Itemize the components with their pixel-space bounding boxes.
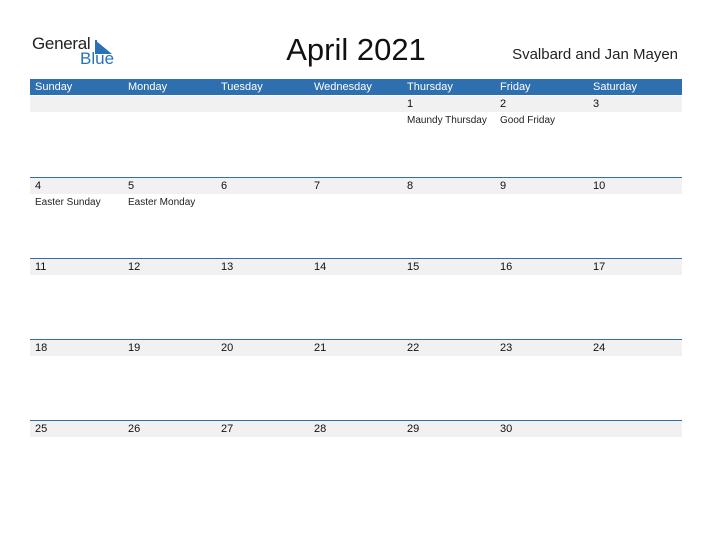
day-cell: 23 [495, 340, 588, 421]
week-row: 11 12 13 14 15 16 17 [30, 258, 682, 340]
day-cell: 22 [402, 340, 495, 421]
day-cell: 1 Maundy Thursday [402, 96, 495, 177]
day-number: 4 [35, 180, 42, 192]
day-cell: 17 [588, 259, 681, 340]
day-number: 26 [128, 423, 141, 435]
day-cell: 5 Easter Monday [123, 178, 216, 259]
day-cell [30, 96, 123, 177]
day-number: 24 [593, 342, 606, 354]
week-row: 1 Maundy Thursday 2 Good Friday 3 [30, 96, 682, 177]
day-cell: 20 [216, 340, 309, 421]
day-cell: 6 [216, 178, 309, 259]
region-label: Svalbard and Jan Mayen [512, 46, 678, 63]
day-number: 30 [500, 423, 513, 435]
day-cell: 4 Easter Sunday [30, 178, 123, 259]
weekday-monday: Monday [128, 81, 168, 93]
day-number: 11 [35, 261, 47, 273]
day-number: 15 [407, 261, 420, 273]
day-cell: 21 [309, 340, 402, 421]
day-cell [588, 421, 681, 502]
day-number: 6 [221, 180, 228, 192]
day-cell [216, 96, 309, 177]
day-cell [309, 96, 402, 177]
day-cell: 26 [123, 421, 216, 502]
day-cell: 14 [309, 259, 402, 340]
day-cell: 16 [495, 259, 588, 340]
day-number: 21 [314, 342, 327, 354]
day-cell: 24 [588, 340, 681, 421]
day-cell: 7 [309, 178, 402, 259]
day-number: 17 [593, 261, 606, 273]
day-cell: 18 [30, 340, 123, 421]
holiday-label: Maundy Thursday [407, 115, 487, 126]
day-cell: 15 [402, 259, 495, 340]
day-cell: 13 [216, 259, 309, 340]
day-number: 27 [221, 423, 234, 435]
day-cell [123, 96, 216, 177]
day-number: 29 [407, 423, 420, 435]
day-number: 1 [407, 98, 414, 110]
day-cell: 8 [402, 178, 495, 259]
day-cell: 12 [123, 259, 216, 340]
week-row: 18 19 20 21 22 23 24 [30, 339, 682, 421]
day-number: 20 [221, 342, 234, 354]
week-row: 25 26 27 28 29 30 [30, 420, 682, 502]
day-number: 18 [35, 342, 48, 354]
weekday-header: Sunday Monday Tuesday Wednesday Thursday… [30, 79, 682, 95]
day-number: 7 [314, 180, 321, 192]
day-number: 19 [128, 342, 141, 354]
day-number: 3 [593, 98, 600, 110]
weekday-saturday: Saturday [593, 81, 638, 93]
day-cell: 29 [402, 421, 495, 502]
day-cell: 30 [495, 421, 588, 502]
day-number: 2 [500, 98, 507, 110]
day-number: 13 [221, 261, 234, 273]
day-cell: 25 [30, 421, 123, 502]
day-cell: 27 [216, 421, 309, 502]
weekday-wednesday: Wednesday [314, 81, 372, 93]
day-number: 14 [314, 261, 327, 273]
day-number: 28 [314, 423, 327, 435]
day-number: 9 [500, 180, 507, 192]
day-cell: 9 [495, 178, 588, 259]
weekday-friday: Friday [500, 81, 531, 93]
day-cell: 19 [123, 340, 216, 421]
day-cell: 2 Good Friday [495, 96, 588, 177]
holiday-label: Good Friday [500, 115, 556, 126]
day-number: 12 [128, 261, 141, 273]
day-cell: 10 [588, 178, 681, 259]
day-number: 23 [500, 342, 513, 354]
day-cell: 11 [30, 259, 123, 340]
holiday-label: Easter Sunday [35, 197, 101, 208]
day-number: 8 [407, 180, 414, 192]
day-number: 22 [407, 342, 420, 354]
day-cell: 3 [588, 96, 681, 177]
holiday-label: Easter Monday [128, 197, 196, 208]
day-number: 5 [128, 180, 135, 192]
day-cell: 28 [309, 421, 402, 502]
weekday-tuesday: Tuesday [221, 81, 263, 93]
week-row: 4 Easter Sunday 5 Easter Monday 6 7 8 9 10 [30, 177, 682, 259]
weekday-thursday: Thursday [407, 81, 453, 93]
day-number: 25 [35, 423, 48, 435]
day-number: 10 [593, 180, 606, 192]
day-number: 16 [500, 261, 513, 273]
weekday-sunday: Sunday [35, 81, 73, 93]
